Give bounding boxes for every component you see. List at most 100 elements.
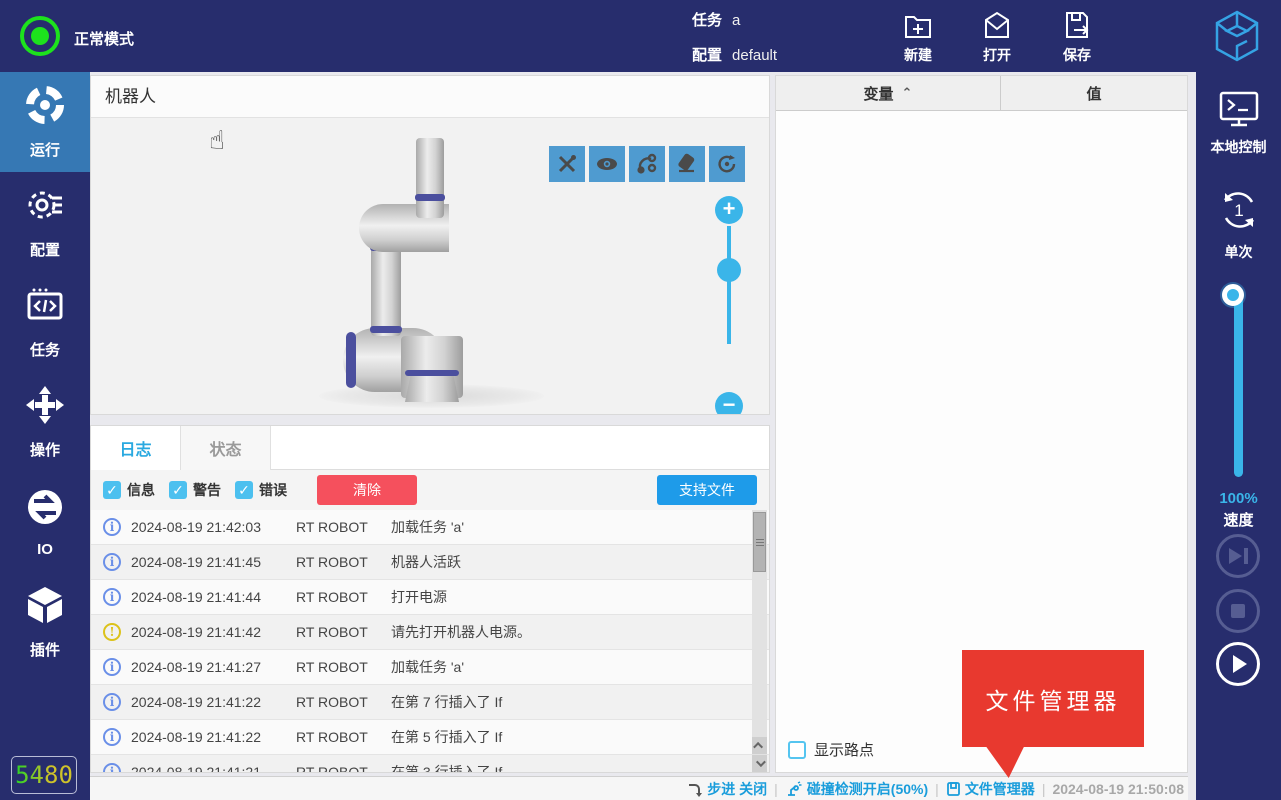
step-forward-button[interactable] bbox=[1216, 534, 1260, 578]
open-button[interactable]: 打开 bbox=[965, 8, 1029, 65]
show-waypoints-label: 显示路点 bbox=[814, 739, 874, 760]
task-label: 任务 bbox=[692, 12, 722, 29]
separator: | bbox=[774, 781, 778, 797]
zoom-out-button[interactable]: − bbox=[715, 392, 743, 414]
robot-3d-viewport[interactable]: ☝ bbox=[91, 118, 769, 414]
separator: | bbox=[935, 781, 939, 797]
support-files-button[interactable]: 支持文件 bbox=[657, 475, 757, 505]
local-control-label: 本地控制 bbox=[1196, 137, 1281, 157]
log-time: 2024-08-19 21:41:22 bbox=[131, 694, 296, 710]
tab-status[interactable]: 状态 bbox=[181, 426, 271, 470]
zoom-control: + − bbox=[715, 196, 745, 224]
log-source: RT ROBOT bbox=[296, 764, 391, 772]
zoom-in-button[interactable]: + bbox=[715, 196, 743, 224]
scroll-down-button[interactable] bbox=[752, 755, 767, 772]
log-message: 请先打开机器人电源。 bbox=[391, 622, 769, 642]
info-icon: i bbox=[103, 763, 121, 772]
sidebar-item-task[interactable]: 任务 bbox=[0, 272, 90, 372]
log-row[interactable]: i 2024-08-19 21:41:44 RT ROBOT 打开电源 bbox=[91, 580, 769, 615]
status-bar: 步进 关闭 | 碰撞检测开启(50%) | 文件管理器 | 2024-08-19… bbox=[90, 776, 1188, 800]
speed-slider-handle[interactable] bbox=[1222, 284, 1244, 306]
log-row[interactable]: i 2024-08-19 21:42:03 RT ROBOT 加载任务 'a' bbox=[91, 510, 769, 545]
collision-label: 碰撞检测开启(50%) bbox=[807, 779, 928, 799]
tools-button[interactable] bbox=[549, 146, 585, 182]
log-row[interactable]: i 2024-08-19 21:41:45 RT ROBOT 机器人活跃 bbox=[91, 545, 769, 580]
variables-header: 变量 ⌃ 值 bbox=[776, 76, 1187, 111]
sidebar-item-run[interactable]: 运行 bbox=[0, 72, 90, 172]
log-time: 2024-08-19 21:41:21 bbox=[131, 764, 296, 772]
tab-log[interactable]: 日志 bbox=[91, 426, 181, 470]
log-time: 2024-08-19 21:41:27 bbox=[131, 659, 296, 675]
scroll-up-button[interactable] bbox=[752, 737, 767, 754]
play-button[interactable] bbox=[1216, 642, 1260, 686]
zoom-slider-track[interactable] bbox=[727, 226, 731, 344]
variable-column-label: 变量 bbox=[864, 83, 894, 104]
log-time: 2024-08-19 21:41:45 bbox=[131, 554, 296, 570]
sidebar-item-operate[interactable]: 操作 bbox=[0, 372, 90, 472]
sidebar-item-label: 操作 bbox=[30, 439, 60, 460]
sidebar-item-io[interactable]: IO bbox=[0, 472, 90, 572]
collision-detection-status[interactable]: 碰撞检测开启(50%) bbox=[785, 779, 928, 799]
config-value: default bbox=[732, 47, 777, 64]
open-button-label: 打开 bbox=[965, 45, 1029, 65]
info-icon: i bbox=[103, 693, 121, 711]
value-column-header[interactable]: 值 bbox=[1001, 76, 1187, 110]
collision-robot-icon bbox=[785, 781, 803, 797]
info-icon: i bbox=[103, 588, 121, 606]
show-waypoints-checkbox[interactable] bbox=[788, 741, 806, 759]
log-row[interactable]: i 2024-08-19 21:41:22 RT ROBOT 在第 7 行插入了… bbox=[91, 685, 769, 720]
log-scrollbar[interactable] bbox=[752, 510, 767, 772]
viewport-toolbar bbox=[549, 146, 745, 182]
save-icon bbox=[1045, 8, 1109, 42]
warning-checkbox[interactable]: ✓ bbox=[169, 481, 187, 499]
task-row: 任务 a bbox=[692, 9, 740, 30]
log-source: RT ROBOT bbox=[296, 694, 391, 710]
open-file-icon bbox=[965, 8, 1029, 42]
path-button[interactable] bbox=[629, 146, 665, 182]
eye-button[interactable] bbox=[589, 146, 625, 182]
single-cycle-icon: 1 bbox=[1216, 220, 1262, 237]
log-row[interactable]: i 2024-08-19 21:41:27 RT ROBOT 加载任务 'a' bbox=[91, 650, 769, 685]
eraser-button[interactable] bbox=[669, 146, 705, 182]
robot-upper-link bbox=[416, 138, 444, 218]
log-message: 在第 7 行插入了 If bbox=[391, 692, 769, 712]
cube-icon bbox=[24, 584, 66, 631]
code-window-icon bbox=[24, 284, 66, 331]
task-value: a bbox=[732, 12, 740, 29]
save-button[interactable]: 保存 bbox=[1045, 8, 1109, 65]
file-manager-label: 文件管理器 bbox=[965, 779, 1035, 799]
separator: | bbox=[1042, 781, 1046, 797]
callout-text: 文件管理器 bbox=[986, 682, 1121, 716]
file-manager-icon bbox=[946, 781, 961, 797]
clear-button[interactable]: 清除 bbox=[317, 475, 417, 505]
sidebar-item-label: 插件 bbox=[30, 639, 60, 660]
log-source: RT ROBOT bbox=[296, 729, 391, 745]
new-button[interactable]: 新建 bbox=[886, 8, 950, 65]
log-time: 2024-08-19 21:42:03 bbox=[131, 519, 296, 535]
file-manager-status[interactable]: 文件管理器 bbox=[946, 779, 1035, 799]
scrollbar-thumb[interactable] bbox=[753, 512, 766, 572]
stop-button[interactable] bbox=[1216, 589, 1260, 633]
zoom-slider-handle[interactable] bbox=[717, 258, 741, 282]
step-mode-status[interactable]: 步进 关闭 bbox=[687, 779, 767, 799]
rotate-button[interactable] bbox=[709, 146, 745, 182]
mouse-cursor: ☝ bbox=[209, 126, 225, 156]
single-run-button[interactable]: 1 单次 bbox=[1196, 187, 1281, 262]
mode-label: 正常模式 bbox=[74, 28, 134, 49]
log-row[interactable]: ! 2024-08-19 21:41:42 RT ROBOT 请先打开机器人电源… bbox=[91, 615, 769, 650]
log-message: 加载任务 'a' bbox=[391, 517, 769, 537]
info-checkbox[interactable]: ✓ bbox=[103, 481, 121, 499]
info-icon: i bbox=[103, 553, 121, 571]
variable-column-header[interactable]: 变量 ⌃ bbox=[776, 76, 1001, 110]
log-row[interactable]: i 2024-08-19 21:41:22 RT ROBOT 在第 5 行插入了… bbox=[91, 720, 769, 755]
local-control-button[interactable]: 本地控制 bbox=[1196, 90, 1281, 157]
single-run-label: 单次 bbox=[1196, 242, 1281, 262]
info-icon: i bbox=[103, 728, 121, 746]
speed-slider-track[interactable] bbox=[1234, 297, 1243, 477]
sidebar-item-config[interactable]: 配置 bbox=[0, 172, 90, 272]
error-checkbox[interactable]: ✓ bbox=[235, 481, 253, 499]
log-message: 在第 5 行插入了 If bbox=[391, 727, 769, 747]
log-message: 机器人活跃 bbox=[391, 552, 769, 572]
log-row[interactable]: i 2024-08-19 21:41:21 RT ROBOT 在第 3 行插入了… bbox=[91, 755, 769, 772]
sidebar-item-plugin[interactable]: 插件 bbox=[0, 572, 90, 672]
